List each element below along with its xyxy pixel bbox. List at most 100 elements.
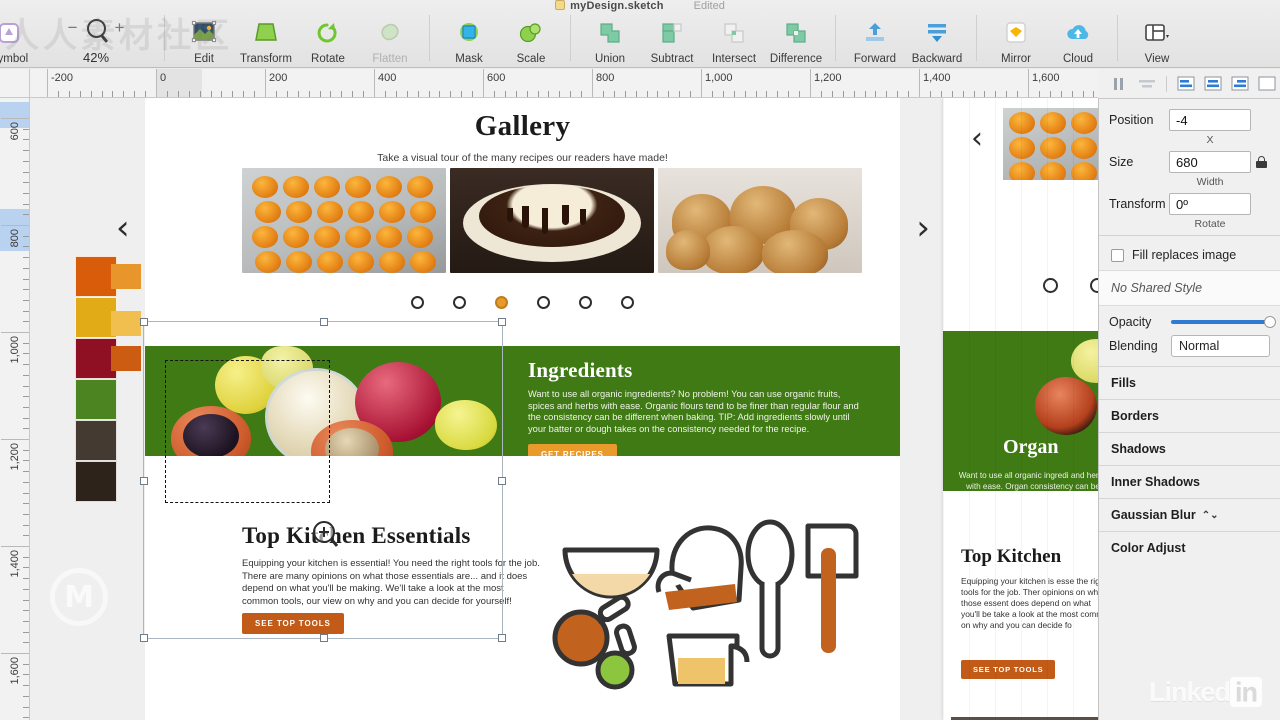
lock-proportions-icon[interactable]	[1256, 156, 1267, 168]
gallery-image-row	[242, 168, 862, 273]
toolbar-button-intersect[interactable]: Intersect	[703, 18, 765, 65]
muffin-cup	[410, 201, 436, 223]
transform-label: Transform	[1109, 197, 1166, 211]
muffin-cup	[286, 201, 312, 223]
fill-replaces-image-checkbox[interactable]	[1111, 248, 1124, 262]
distribute-vertical-icon[interactable]	[1135, 74, 1159, 94]
toolbar-button-union[interactable]: Union	[579, 18, 641, 65]
ingredients-photo	[153, 346, 513, 456]
inspector-section-color-adjust[interactable]: Color Adjust	[1099, 531, 1280, 564]
preview-dot[interactable]	[1090, 278, 1098, 293]
toolbar-button-scale[interactable]: Scale	[500, 18, 562, 65]
difference-icon	[782, 18, 810, 48]
position-x-input[interactable]: -4	[1169, 109, 1251, 131]
preview-carousel-dots[interactable]	[1043, 278, 1098, 293]
color-swatch-tab-gold[interactable]	[111, 311, 141, 336]
carousel-dot[interactable]	[453, 296, 466, 309]
toolbar-button-cloud[interactable]: Cloud	[1047, 18, 1109, 65]
see-top-tools-button[interactable]: SEE TOP TOOLS	[242, 613, 344, 634]
toolbar-button-mirror[interactable]: Mirror	[985, 18, 1047, 65]
inspector-section-label: Color Adjust	[1111, 541, 1186, 555]
align-right-icon[interactable]	[1228, 74, 1252, 94]
preview-dot[interactable]	[1043, 278, 1058, 293]
toolbar-button-symbol[interactable]: Symbol	[0, 18, 36, 65]
inspector-panel: Position -4 X Size 680 Width Transform 0…	[1098, 99, 1280, 720]
vertical-ruler[interactable]: 600 800 1,000 1,200 1,400 1,600	[0, 98, 30, 720]
zoom-control[interactable]: − + 42%	[36, 13, 156, 65]
preview-prev-arrow[interactable]: ‹	[971, 121, 983, 156]
fill-replaces-image-row[interactable]: Fill replaces image	[1099, 240, 1280, 270]
toolbar-button-mask[interactable]: Mask	[438, 18, 500, 65]
design-canvas[interactable]: Gallery Take a visual tour of the many r…	[30, 98, 1098, 720]
carousel-dot-active[interactable]	[495, 296, 508, 309]
color-swatch-green[interactable]	[75, 379, 117, 420]
preview-see-top-tools-button[interactable]: SEE TOP TOOLS	[961, 660, 1056, 679]
color-swatch-tab-crimson[interactable]	[111, 346, 141, 371]
ruler-v-label: 1,600	[9, 657, 21, 685]
inspector-section-label: Fills	[1111, 376, 1137, 390]
zoom-out-button[interactable]: −	[68, 18, 78, 38]
carousel-next-arrow[interactable]: ›	[916, 211, 930, 245]
zoom-in-button[interactable]: +	[115, 18, 125, 38]
size-width-input[interactable]: 680	[1169, 151, 1251, 173]
ruler-h-label: 1,600	[1032, 72, 1060, 84]
rotate-input[interactable]: 0º	[1169, 193, 1251, 215]
color-swatch-tab-orange[interactable]	[111, 264, 141, 289]
shared-style-value[interactable]: No Shared Style	[1099, 270, 1280, 306]
blending-label: Blending	[1109, 339, 1158, 353]
toolbar-button-forward[interactable]: Forward	[844, 18, 906, 65]
artboard-preview[interactable]: ‹ Organ Want to use all organic ingredi …	[943, 98, 1098, 720]
inspector-section-fills[interactable]: Fills	[1099, 366, 1280, 399]
blending-mode-select[interactable]: Normal	[1171, 335, 1270, 357]
gallery-image-chocolate-cake[interactable]	[450, 168, 654, 273]
fill-replaces-image-label: Fill replaces image	[1132, 248, 1237, 262]
carousel-dot[interactable]	[537, 296, 550, 309]
distribute-horizontal-icon[interactable]	[1108, 74, 1132, 94]
carousel-dot[interactable]	[621, 296, 634, 309]
muffin-cup	[255, 201, 281, 223]
inspector-section-gaussian-blur[interactable]: Gaussian Blur ⌃⌄	[1099, 498, 1280, 531]
magnifier-icon[interactable]	[86, 18, 106, 38]
artboard-main[interactable]: Gallery Take a visual tour of the many r…	[116, 98, 930, 720]
stepper-icon[interactable]: ⌃⌄	[1202, 510, 1219, 521]
toolbar-button-difference[interactable]: Difference	[765, 18, 827, 65]
carousel-prev-arrow[interactable]: ‹	[116, 211, 130, 245]
ingredients-banner[interactable]: Ingredients Want to use all organic ingr…	[145, 346, 900, 456]
carousel-dots[interactable]	[145, 296, 900, 309]
align-center-icon[interactable]	[1201, 74, 1225, 94]
inspector-section-shadows[interactable]: Shadows	[1099, 432, 1280, 465]
gallery-image-muffin-tin[interactable]	[242, 168, 446, 273]
align-toolbar	[1098, 69, 1280, 99]
get-recipes-button[interactable]: GET RECIPES	[528, 444, 617, 456]
color-swatch-darkest-brown[interactable]	[75, 461, 117, 502]
toolbar-button-rotate[interactable]: Rotate	[297, 18, 359, 65]
app-toolbar: myDesign.sketch Edited Symbol − + 42% Edi…	[0, 0, 1280, 68]
mirror-icon	[1002, 18, 1030, 48]
toolbar-button-flatten[interactable]: Flatten	[359, 18, 421, 65]
carousel-dot[interactable]	[579, 296, 592, 309]
document-title: myDesign.sketch	[570, 0, 664, 12]
edit-image-icon	[190, 18, 218, 48]
watermark-linkedin-text: Linked	[1148, 677, 1231, 707]
gallery-heading: Gallery	[474, 110, 571, 142]
muffin-cup	[376, 226, 402, 248]
carousel-dot[interactable]	[411, 296, 424, 309]
align-top-icon[interactable]	[1255, 74, 1279, 94]
color-swatch-stack[interactable]	[75, 256, 141, 502]
align-left-icon[interactable]	[1174, 74, 1198, 94]
ingredients-body: Want to use all organic ingredients? No …	[528, 389, 859, 434]
opacity-slider-knob[interactable]	[1264, 316, 1276, 328]
toolbar-button-transform[interactable]: Transform	[235, 18, 297, 65]
gallery-image-blueberry-muffins[interactable]	[658, 168, 862, 273]
muffin	[702, 226, 764, 273]
toolbar-label-cloud: Cloud	[1062, 53, 1094, 65]
inspector-section-borders[interactable]: Borders	[1099, 399, 1280, 432]
toolbar-button-view[interactable]: View	[1126, 18, 1188, 65]
toolbar-button-edit[interactable]: Edit	[173, 18, 235, 65]
opacity-slider[interactable]	[1171, 316, 1276, 328]
toolbar-button-backward[interactable]: Backward	[906, 18, 968, 65]
horizontal-ruler[interactable]: -200 0 200 400 600 800 1,000 1,200 1,400 1,600	[30, 69, 1098, 98]
color-swatch-dark-brown[interactable]	[75, 420, 117, 461]
inspector-section-inner-shadows[interactable]: Inner Shadows	[1099, 465, 1280, 498]
toolbar-button-subtract[interactable]: Subtract	[641, 18, 703, 65]
